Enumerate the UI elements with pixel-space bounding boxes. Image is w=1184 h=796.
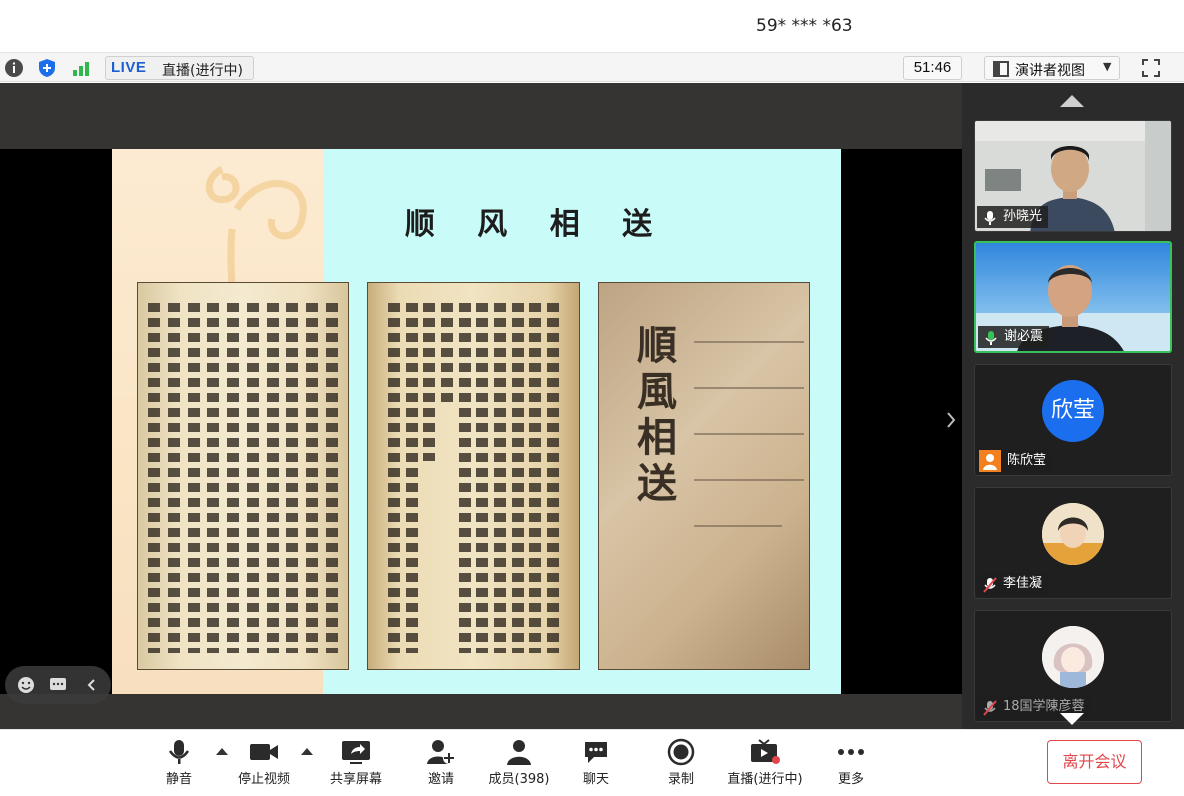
avatar: 欣莹: [1042, 380, 1104, 442]
microphone-muted-icon: [983, 577, 997, 593]
meeting-status-bar: LIVE 直播(进行中) 51:46 演讲者视图 ▼: [0, 52, 1184, 82]
audio-options-caret-icon[interactable]: [216, 748, 228, 755]
manuscript-page-image: [367, 282, 580, 670]
leave-meeting-button[interactable]: 离开会议: [1047, 740, 1142, 784]
video-camera-icon: [232, 738, 296, 766]
chevron-down-icon: ▼: [1103, 60, 1112, 73]
participant-tile-active-speaker[interactable]: 谢必震: [974, 241, 1172, 353]
participant-name: 李佳凝: [1003, 576, 1043, 591]
live-stream-icon: [726, 738, 804, 766]
view-mode-select[interactable]: 演讲者视图 ▼: [984, 56, 1120, 80]
live-stream-button[interactable]: 直播(进行中): [726, 738, 804, 794]
window-title: 59* *** *63: [756, 16, 853, 36]
invite-button[interactable]: 邀请: [420, 738, 462, 794]
manuscript-cover-title: 順風相送: [637, 322, 677, 507]
microphone-active-icon: [984, 330, 998, 346]
slide-title: 顺 风 相 送: [404, 207, 669, 242]
video-options-caret-icon[interactable]: [301, 748, 313, 755]
microphone-icon: [983, 210, 997, 226]
participant-name: 谢必震: [1004, 329, 1044, 344]
record-button[interactable]: 录制: [661, 738, 701, 794]
stop-video-button[interactable]: 停止视频: [232, 738, 296, 794]
live-status-label: 直播(进行中): [162, 63, 243, 79]
participant-video-panel: 孙晓光 谢必震 欣莹 陈欣莹 李佳凝 18国学陳彦蓉: [962, 83, 1184, 729]
participant-tile[interactable]: 李佳凝: [974, 487, 1172, 599]
live-indicator[interactable]: LIVE 直播(进行中): [105, 56, 254, 80]
signal-icon[interactable]: [70, 57, 92, 79]
presentation-slide: 顺 风 相 送 順風相送: [112, 149, 841, 694]
manuscript-cover-image: 順風相送: [598, 282, 810, 670]
participant-tile[interactable]: 欣莹 陈欣莹: [974, 364, 1172, 476]
collapse-chevron-icon[interactable]: [81, 675, 103, 695]
more-button[interactable]: 更多: [834, 738, 868, 794]
title-bar: 59* *** *63: [0, 0, 1184, 52]
manuscript-page-image: [137, 282, 349, 670]
emoji-icon[interactable]: [15, 675, 37, 695]
more-dots-icon: [834, 738, 868, 766]
microphone-muted-icon: [983, 700, 997, 716]
meeting-toolbar: 静音 停止视频 共享屏幕 邀请 成员(398) 聊天 录制 直播(进行中) 更多…: [0, 729, 1184, 796]
participant-name: 陈欣莹: [1007, 453, 1047, 468]
participant-tile[interactable]: 18国学陳彦蓉: [974, 610, 1172, 722]
info-icon[interactable]: [3, 57, 25, 79]
share-screen-button[interactable]: 共享屏幕: [326, 738, 386, 794]
participant-name: 孙晓光: [1003, 209, 1043, 224]
mute-button[interactable]: 静音: [156, 738, 202, 794]
avatar: [1042, 503, 1104, 565]
view-mode-label: 演讲者视图: [1015, 63, 1085, 79]
chevron-right-icon[interactable]: [944, 410, 962, 432]
layout-icon: [993, 61, 1009, 81]
comment-icon[interactable]: [47, 675, 69, 695]
participant-name: 18国学陳彦蓉: [1003, 699, 1085, 714]
participant-tile[interactable]: 孙晓光: [974, 120, 1172, 232]
record-icon: [661, 738, 701, 766]
scroll-up-icon[interactable]: [1060, 95, 1084, 107]
shield-icon[interactable]: [36, 57, 58, 79]
scroll-down-icon[interactable]: [1060, 713, 1084, 725]
share-screen-icon: [326, 738, 386, 766]
floating-reactions-bar: [5, 666, 111, 704]
add-user-icon: [420, 738, 462, 766]
person-icon: [979, 450, 1001, 472]
fullscreen-icon[interactable]: [1140, 57, 1162, 79]
microphone-icon: [156, 738, 202, 766]
members-button[interactable]: 成员(398): [486, 738, 552, 794]
chat-icon: [576, 738, 616, 766]
chat-button[interactable]: 聊天: [576, 738, 616, 794]
avatar: [1042, 626, 1104, 688]
members-icon: [486, 738, 552, 766]
meeting-timer: 51:46: [903, 56, 962, 80]
live-badge: LIVE: [111, 59, 147, 76]
